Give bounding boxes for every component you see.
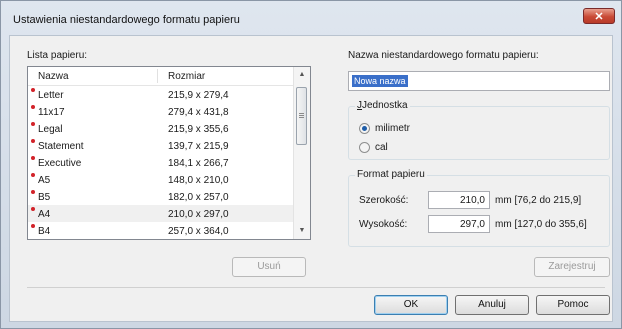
paper-size: 182,0 x 257,0 <box>168 192 229 203</box>
height-range: mm [127,0 do 355,6] <box>495 219 587 230</box>
radio-milimetr-label[interactable]: milimetr <box>375 123 410 134</box>
height-label: Wysokość: <box>359 219 408 230</box>
paper-size: 257,0 x 364,0 <box>168 226 229 237</box>
paper-size: 210,0 x 297,0 <box>168 209 229 220</box>
paper-size: 215,9 x 279,4 <box>168 90 229 101</box>
height-value: 297,0 <box>459 219 485 230</box>
list-item[interactable]: A4 210,0 x 297,0 <box>28 205 296 222</box>
delete-button[interactable]: Usuń <box>232 257 306 277</box>
custom-marker-icon <box>31 139 35 143</box>
list-item[interactable]: Executive 184,1 x 266,7 <box>28 154 296 171</box>
custom-marker-icon <box>31 156 35 160</box>
paper-size: 279,4 x 431,8 <box>168 107 229 118</box>
help-button-label: Pomoc <box>557 299 589 310</box>
list-item[interactable]: Letter 215,9 x 279,4 <box>28 86 296 103</box>
custom-marker-icon <box>31 122 35 126</box>
scroll-up-icon[interactable]: ▲ <box>294 67 310 83</box>
save-button-label: Zarejestruj <box>548 261 596 272</box>
list-item[interactable]: Legal 215,9 x 355,6 <box>28 120 296 137</box>
list-item[interactable]: 11x17 279,4 x 431,8 <box>28 103 296 120</box>
unit-group: JJednostka milimetr cal <box>348 100 610 160</box>
list-item[interactable]: A5 148,0 x 210,0 <box>28 171 296 188</box>
grip-line <box>299 113 304 114</box>
width-label: Szerokość: <box>359 195 409 206</box>
custom-marker-icon <box>31 105 35 109</box>
custom-marker-icon <box>31 207 35 211</box>
width-input[interactable]: 210,0 <box>428 191 490 209</box>
delete-button-label: Usuń <box>257 261 281 272</box>
list-item[interactable]: B5 182,0 x 257,0 <box>28 188 296 205</box>
paper-list[interactable]: Nazwa Rozmiar Letter 215,9 x 279,4 11x17 27… <box>27 66 311 240</box>
grip-line <box>299 115 304 116</box>
radio-cal[interactable] <box>359 142 370 153</box>
width-value: 210,0 <box>459 195 485 206</box>
paper-name: A4 <box>38 209 51 220</box>
custom-name-value: Nowa nazwa <box>352 75 408 87</box>
paper-format-group: Format papieru Szerokość: 210,0 mm [76,2… <box>348 169 610 247</box>
list-item[interactable]: B4 257,0 x 364,0 <box>28 222 296 239</box>
paper-name: Executive <box>38 158 82 169</box>
ok-button[interactable]: OK <box>374 295 448 315</box>
separator <box>27 287 605 288</box>
grip-line <box>299 117 304 118</box>
unit-legend-text: Jednostka <box>362 100 408 111</box>
paper-list-header: Nazwa Rozmiar <box>28 67 296 86</box>
cancel-button-label: Anuluj <box>478 299 506 310</box>
width-range: mm [76,2 do 215,9] <box>495 195 582 206</box>
paper-name: Statement <box>38 141 84 152</box>
paper-size: 215,9 x 355,6 <box>168 124 229 135</box>
custom-marker-icon <box>31 88 35 92</box>
paper-size: 148,0 x 210,0 <box>168 175 229 186</box>
title-bar[interactable]: Ustawienia niestandardowego formatu papi… <box>1 1 621 35</box>
height-input[interactable]: 297,0 <box>428 215 490 233</box>
unit-group-title: JJednostka <box>355 100 410 111</box>
cancel-button[interactable]: Anuluj <box>455 295 529 315</box>
custom-marker-icon <box>31 173 35 177</box>
list-item[interactable]: Statement 139,7 x 215,9 <box>28 137 296 154</box>
paper-name: B5 <box>38 192 51 203</box>
ok-button-label: OK <box>403 299 419 310</box>
paper-size: 184,1 x 266,7 <box>168 158 229 169</box>
paper-name: B4 <box>38 226 51 237</box>
custom-marker-icon <box>31 190 35 194</box>
paper-name: A5 <box>38 175 51 186</box>
paper-list-rows: Letter 215,9 x 279,4 11x17 279,4 x 431,8 Leg… <box>28 86 296 239</box>
paper-size: 139,7 x 215,9 <box>168 141 229 152</box>
paper-list-label: Lista papieru: <box>27 50 88 61</box>
dialog-window: Ustawienia niestandardowego formatu papi… <box>0 0 622 329</box>
paper-name: Letter <box>38 90 64 101</box>
radio-milimetr[interactable] <box>359 123 370 134</box>
column-header-size[interactable]: Rozmiar <box>168 71 205 82</box>
custom-name-input[interactable]: Nowa nazwa <box>348 71 610 91</box>
column-header-name[interactable]: Nazwa <box>38 71 69 82</box>
help-button[interactable]: Pomoc <box>536 295 610 315</box>
radio-cal-label[interactable]: cal <box>375 142 388 153</box>
save-button[interactable]: Zarejestruj <box>534 257 610 277</box>
column-divider[interactable] <box>157 69 158 83</box>
dialog-title: Ustawienia niestandardowego formatu papi… <box>13 14 240 26</box>
vertical-scrollbar[interactable]: ▲ ▼ <box>293 67 310 239</box>
dialog-body: Lista papieru: Nazwa Rozmiar Letter 215,9… <box>9 35 613 322</box>
custom-marker-icon <box>31 224 35 228</box>
paper-format-title: Format papieru <box>355 169 427 180</box>
scroll-down-icon[interactable]: ▼ <box>294 223 310 239</box>
custom-name-label: Nazwa niestandardowego formatu papieru: <box>348 50 539 61</box>
scrollbar-thumb[interactable] <box>296 87 307 145</box>
close-icon: ✕ <box>594 11 604 23</box>
paper-name: Legal <box>38 124 63 135</box>
paper-name: 11x17 <box>38 107 65 118</box>
close-button[interactable]: ✕ <box>583 8 615 24</box>
